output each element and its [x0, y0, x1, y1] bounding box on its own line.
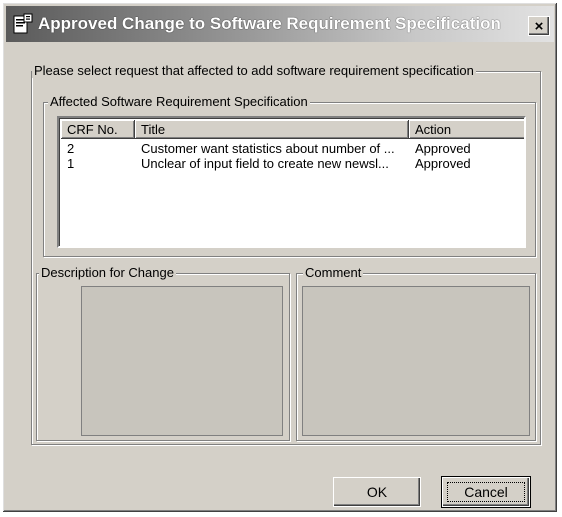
comment-field[interactable]	[302, 286, 530, 436]
comment-legend: Comment	[303, 265, 364, 280]
close-icon[interactable]: ×	[528, 16, 550, 36]
document-app-icon	[12, 12, 34, 36]
request-selection-legend: Please select request that affected to a…	[32, 63, 476, 78]
action-cell: Approved	[415, 156, 471, 171]
ok-button[interactable]: OK	[333, 477, 421, 507]
cancel-button[interactable]: Cancel	[441, 476, 531, 508]
column-header-action[interactable]: Action	[409, 120, 524, 139]
column-header-title[interactable]: Title	[135, 120, 409, 139]
title-cell: Customer want statistics about number of…	[141, 141, 395, 156]
table-row[interactable]: 2 Customer want statistics about number …	[61, 141, 521, 156]
description-legend: Description for Change	[39, 265, 176, 280]
title-bar[interactable]: Approved Change to Software Requirement …	[6, 6, 554, 42]
window-title: Approved Change to Software Requirement …	[38, 14, 501, 33]
description-field[interactable]	[81, 286, 283, 436]
affected-srs-legend: Affected Software Requirement Specificat…	[48, 94, 310, 109]
action-cell: Approved	[415, 141, 471, 156]
table-row[interactable]: 1 Unclear of input field to create new n…	[61, 156, 521, 171]
list-header: CRF No. Title Action	[61, 120, 524, 139]
crf-cell: 2	[67, 141, 75, 156]
affected-srs-list[interactable]: CRF No. Title Action 2 Customer want sta…	[57, 116, 526, 248]
crf-cell: 1	[67, 156, 75, 171]
column-header-crf[interactable]: CRF No.	[61, 120, 135, 139]
dialog-window: Approved Change to Software Requirement …	[2, 2, 558, 513]
title-cell: Unclear of input field to create new new…	[141, 156, 389, 171]
